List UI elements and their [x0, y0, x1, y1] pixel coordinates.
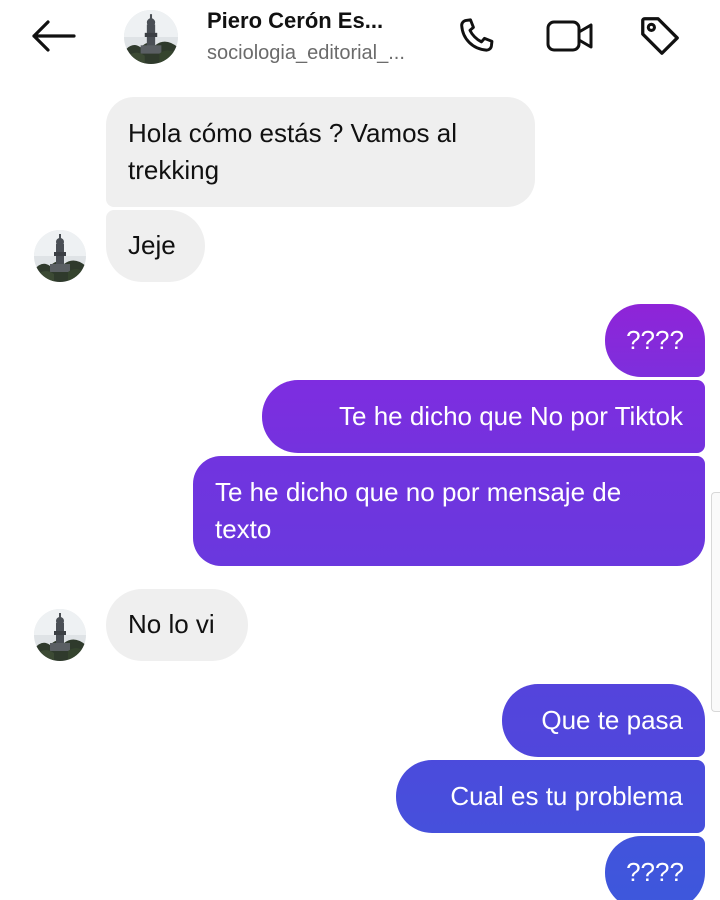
tag-button[interactable] [636, 14, 684, 62]
arrow-left-icon [30, 19, 76, 57]
sender-avatar[interactable] [34, 230, 86, 282]
outgoing-message[interactable]: Te he dicho que no por mensaje de texto [193, 456, 705, 566]
message-text: ???? [626, 857, 684, 887]
contact-avatar[interactable] [124, 10, 178, 64]
tag-icon [637, 13, 683, 64]
incoming-message[interactable]: Jeje [106, 210, 205, 282]
video-call-button[interactable] [546, 14, 594, 62]
message-text: Te he dicho que No por Tiktok [339, 401, 683, 431]
outgoing-message[interactable]: ???? [605, 304, 705, 377]
outgoing-message[interactable]: ???? [605, 836, 705, 900]
incoming-message[interactable]: Hola cómo estás ? Vamos al trekking [106, 97, 535, 207]
message-text: Jeje [128, 230, 176, 260]
outgoing-message[interactable]: Cual es tu problema [396, 760, 705, 833]
chat-header: Piero Cerón Es... sociologia_editorial_.… [0, 0, 720, 80]
message-text-line: Te he dicho que no por mensaje de [215, 477, 622, 507]
video-camera-icon [545, 14, 595, 63]
outgoing-message[interactable]: Que te pasa [502, 684, 705, 757]
message-text-line: texto [215, 514, 272, 544]
message-text-line: Hola cómo estás ? Vamos al [128, 118, 457, 148]
back-button[interactable] [26, 18, 80, 58]
message-text: ???? [626, 325, 684, 355]
message-text: Que te pasa [541, 705, 683, 735]
message-text: No lo vi [128, 609, 215, 639]
scrollbar-handle[interactable] [711, 492, 720, 712]
sender-avatar[interactable] [34, 609, 86, 661]
chat-screen: Piero Cerón Es... sociologia_editorial_.… [0, 0, 720, 900]
contact-name[interactable]: Piero Cerón Es... [207, 8, 383, 34]
incoming-message[interactable]: No lo vi [106, 589, 248, 661]
voice-call-button[interactable] [452, 14, 500, 62]
phone-icon [454, 14, 498, 63]
message-text: Cual es tu problema [450, 781, 683, 811]
outgoing-message[interactable]: Te he dicho que No por Tiktok [262, 380, 705, 453]
message-text-line: trekking [128, 155, 220, 185]
contact-username[interactable]: sociologia_editorial_... [207, 42, 405, 65]
